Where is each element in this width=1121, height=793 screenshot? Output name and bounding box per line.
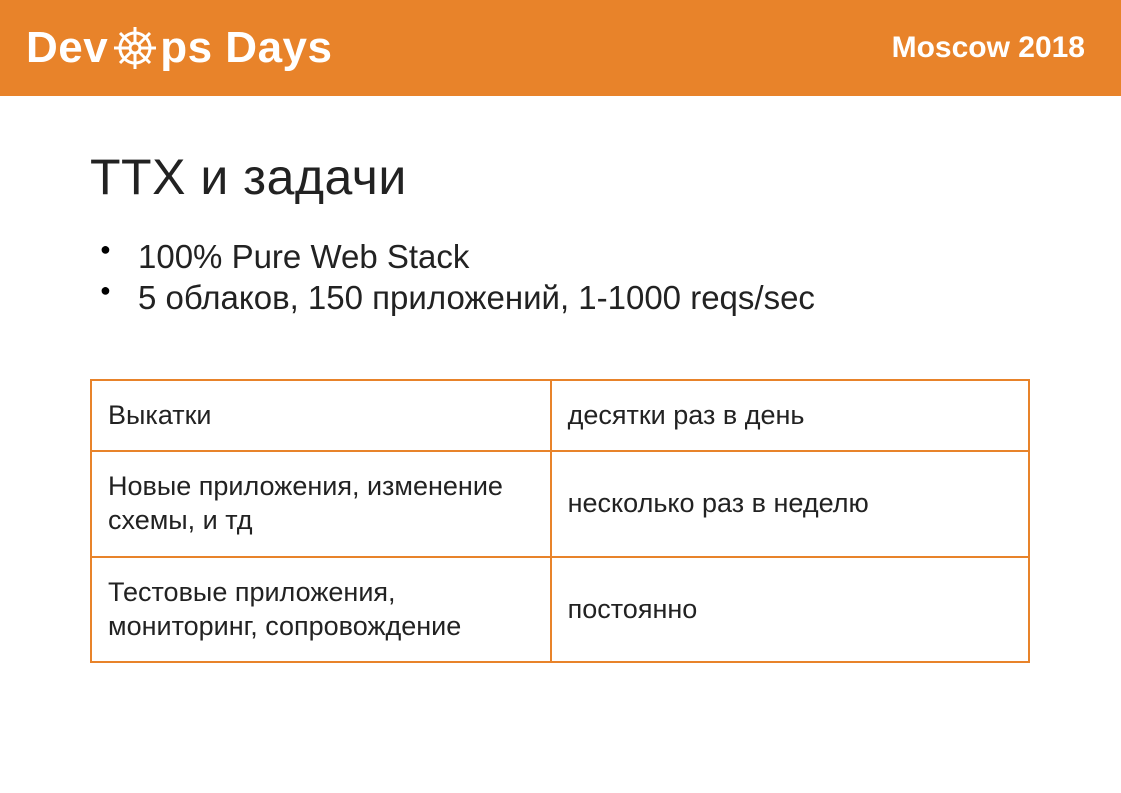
logo: Dev — [26, 23, 332, 73]
table-row: Выкатки десятки раз в день — [91, 380, 1029, 452]
info-table: Выкатки десятки раз в день Новые приложе… — [90, 379, 1030, 664]
gear-icon — [112, 25, 158, 71]
event-label: Moscow 2018 — [892, 31, 1085, 65]
table-cell-left: Тестовые приложения, мониторинг, сопрово… — [91, 557, 551, 663]
slide-header: Dev — [0, 0, 1121, 96]
list-item: 100% Pure Web Stack — [94, 236, 1031, 277]
bullet-list: 100% Pure Web Stack 5 облаков, 150 прило… — [90, 236, 1031, 319]
table-cell-left: Выкатки — [91, 380, 551, 452]
slide-title: ТТХ и задачи — [90, 148, 1031, 206]
logo-text-suffix: ps Days — [160, 23, 332, 73]
table-cell-right: постоянно — [551, 557, 1029, 663]
table-cell-left: Новые приложения, изменение схемы, и тд — [91, 451, 551, 557]
logo-text-prefix: Dev — [26, 23, 108, 73]
list-item: 5 облаков, 150 приложений, 1-1000 reqs/s… — [94, 277, 1031, 318]
table-cell-right: несколько раз в неделю — [551, 451, 1029, 557]
table-row: Новые приложения, изменение схемы, и тд … — [91, 451, 1029, 557]
slide-content: ТТХ и задачи 100% Pure Web Stack 5 облак… — [0, 96, 1121, 663]
table-cell-right: десятки раз в день — [551, 380, 1029, 452]
table-row: Тестовые приложения, мониторинг, сопрово… — [91, 557, 1029, 663]
